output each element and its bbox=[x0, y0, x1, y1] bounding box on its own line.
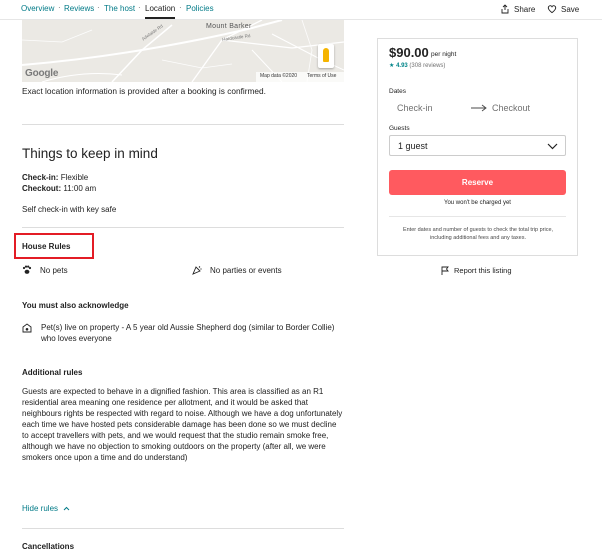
rule-label: No pets bbox=[40, 265, 68, 275]
google-logo: Google bbox=[25, 68, 59, 79]
house-rules-title: House Rules bbox=[22, 242, 71, 251]
checkout-field[interactable]: Checkout bbox=[492, 103, 530, 113]
tab-reviews[interactable]: Reviews bbox=[64, 4, 94, 13]
share-button[interactable]: Share bbox=[500, 4, 535, 14]
enter-dates-note: Enter dates and number of guests to chec… bbox=[402, 227, 554, 241]
rule-label: No parties or events bbox=[210, 265, 282, 275]
checkin-value: Flexible bbox=[60, 173, 89, 182]
share-icon bbox=[501, 4, 509, 14]
map-terms-link[interactable]: Terms of Use bbox=[307, 73, 336, 79]
no-charge-note: You won't be charged yet bbox=[444, 200, 511, 206]
tab-overview[interactable]: Overview bbox=[21, 4, 54, 13]
rule-no-pets: No pets bbox=[22, 265, 68, 275]
card-divider bbox=[389, 216, 566, 217]
no-pets-icon bbox=[22, 265, 32, 274]
share-label: Share bbox=[514, 4, 536, 14]
tab-location[interactable]: Location bbox=[145, 4, 176, 19]
rating-summary[interactable]: ★ 4.93 (308 reviews) bbox=[389, 62, 445, 69]
tab-the-host[interactable]: The host bbox=[104, 4, 135, 13]
additional-rules-title: Additional rules bbox=[22, 368, 83, 377]
self-checkin-text: Self check-in with key safe bbox=[22, 205, 117, 214]
nav-separator: · bbox=[179, 3, 182, 12]
additional-rules-text: Guests are expected to behave in a digni… bbox=[22, 387, 343, 462]
cancellations-title: Cancellations bbox=[22, 542, 75, 551]
chevron-down-icon bbox=[547, 143, 558, 150]
report-label: Report this listing bbox=[454, 266, 512, 275]
hide-rules-link[interactable]: Hide rules bbox=[22, 504, 70, 513]
pets-on-property-icon bbox=[22, 323, 32, 333]
street-view-pegman[interactable] bbox=[318, 44, 334, 68]
nav-separator: · bbox=[58, 3, 61, 12]
checkin-line: Check-in: Flexible bbox=[22, 173, 88, 182]
section-divider bbox=[22, 124, 344, 125]
things-title: Things to keep in mind bbox=[22, 146, 158, 161]
guests-select[interactable]: 1 guest bbox=[389, 135, 566, 156]
arrow-right-icon bbox=[471, 104, 487, 112]
guests-label: Guests bbox=[389, 125, 410, 132]
map-label-town: Mount Barker bbox=[206, 23, 252, 30]
acknowledge-item: Pet(s) live on property - A 5 year old A… bbox=[22, 322, 344, 344]
checkout-value: 11:00 am bbox=[63, 184, 97, 193]
flag-icon bbox=[441, 266, 449, 275]
chevron-up-icon bbox=[63, 506, 70, 511]
date-range-picker: Check-in Checkout bbox=[389, 98, 566, 118]
acknowledge-title: You must also acknowledge bbox=[22, 301, 129, 310]
rule-no-parties: No parties or events bbox=[192, 265, 282, 275]
pegman-icon bbox=[323, 48, 329, 62]
location-note: Exact location information is provided a… bbox=[22, 86, 266, 96]
no-parties-icon bbox=[192, 266, 202, 275]
map-data-credit: Map data ©2020 bbox=[260, 73, 298, 79]
section-divider bbox=[22, 528, 344, 529]
review-count: (308 reviews) bbox=[409, 63, 446, 69]
checkout-line: Checkout: 11:00 am bbox=[22, 184, 96, 193]
save-label: Save bbox=[561, 4, 580, 14]
nav-separator: · bbox=[97, 3, 100, 12]
hide-rules-label: Hide rules bbox=[22, 504, 59, 513]
checkin-label: Check-in: bbox=[22, 173, 59, 182]
star-icon: ★ bbox=[389, 63, 395, 69]
section-divider bbox=[22, 227, 344, 228]
checkout-label: Checkout: bbox=[22, 184, 62, 193]
rating-value: 4.93 bbox=[396, 63, 408, 69]
tab-policies[interactable]: Policies bbox=[186, 4, 214, 13]
reserve-button[interactable]: Reserve bbox=[389, 170, 566, 195]
save-button[interactable]: Save bbox=[547, 4, 579, 14]
report-listing-link[interactable]: Report this listing bbox=[441, 266, 512, 275]
guests-value: 1 guest bbox=[398, 141, 428, 151]
checkin-field[interactable]: Check-in bbox=[397, 103, 433, 113]
heart-icon bbox=[547, 5, 557, 14]
nightly-price: $90.00 bbox=[389, 45, 429, 60]
per-night-label: per night bbox=[431, 51, 457, 58]
dates-label: Dates bbox=[389, 88, 406, 95]
acknowledge-text: Pet(s) live on property - A 5 year old A… bbox=[41, 323, 335, 343]
nav-separator: · bbox=[138, 3, 141, 12]
